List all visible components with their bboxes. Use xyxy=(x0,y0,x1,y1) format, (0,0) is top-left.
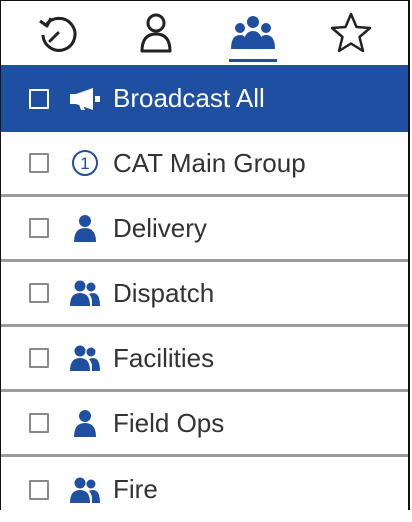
list-item-dispatch[interactable]: Dispatch xyxy=(1,262,408,327)
list-item-label: Field Ops xyxy=(113,407,225,438)
list-item-label: CAT Main Group xyxy=(113,147,306,178)
tab-groups[interactable] xyxy=(223,1,283,65)
checkbox[interactable] xyxy=(29,283,49,303)
group-icon xyxy=(70,280,100,306)
list-item-fire[interactable]: Fire xyxy=(1,457,408,522)
list-item-field-ops[interactable]: Field Ops xyxy=(1,392,408,457)
checkbox[interactable] xyxy=(29,348,49,368)
group-icon xyxy=(70,477,100,503)
person-icon xyxy=(74,215,96,242)
person-icon xyxy=(140,13,172,53)
svg-text:1: 1 xyxy=(80,154,89,173)
checkbox[interactable] xyxy=(29,88,49,109)
list-item-broadcast-all[interactable]: Broadcast All xyxy=(1,65,408,132)
tab-favorites[interactable] xyxy=(321,1,381,65)
megaphone-icon xyxy=(70,87,100,110)
list-item-label: Broadcast All xyxy=(113,83,265,113)
number-one-icon: 1 xyxy=(72,150,98,176)
person-icon xyxy=(74,410,96,437)
checkbox[interactable] xyxy=(29,218,49,238)
checkbox[interactable] xyxy=(29,413,49,433)
app-window: Broadcast All 1 CAT Main Group Delivery xyxy=(0,0,410,522)
list-item-label: Delivery xyxy=(113,212,207,243)
star-icon xyxy=(330,12,372,53)
tab-bar xyxy=(1,1,408,65)
group-icon xyxy=(70,345,100,371)
group-icon xyxy=(231,16,276,49)
list-item-label: Dispatch xyxy=(113,277,215,308)
checkbox[interactable] xyxy=(29,479,49,500)
tab-history[interactable] xyxy=(28,1,88,65)
list-item-delivery[interactable]: Delivery xyxy=(1,197,408,262)
list-item-cat-main-group[interactable]: 1 CAT Main Group xyxy=(1,132,408,197)
history-icon xyxy=(39,16,77,52)
group-list: Broadcast All 1 CAT Main Group Delivery xyxy=(1,65,408,522)
list-item-label: Fire xyxy=(113,474,158,504)
tab-contacts[interactable] xyxy=(126,1,186,65)
list-item-facilities[interactable]: Facilities xyxy=(1,327,408,392)
list-item-label: Facilities xyxy=(113,342,215,373)
checkbox[interactable] xyxy=(29,153,49,173)
